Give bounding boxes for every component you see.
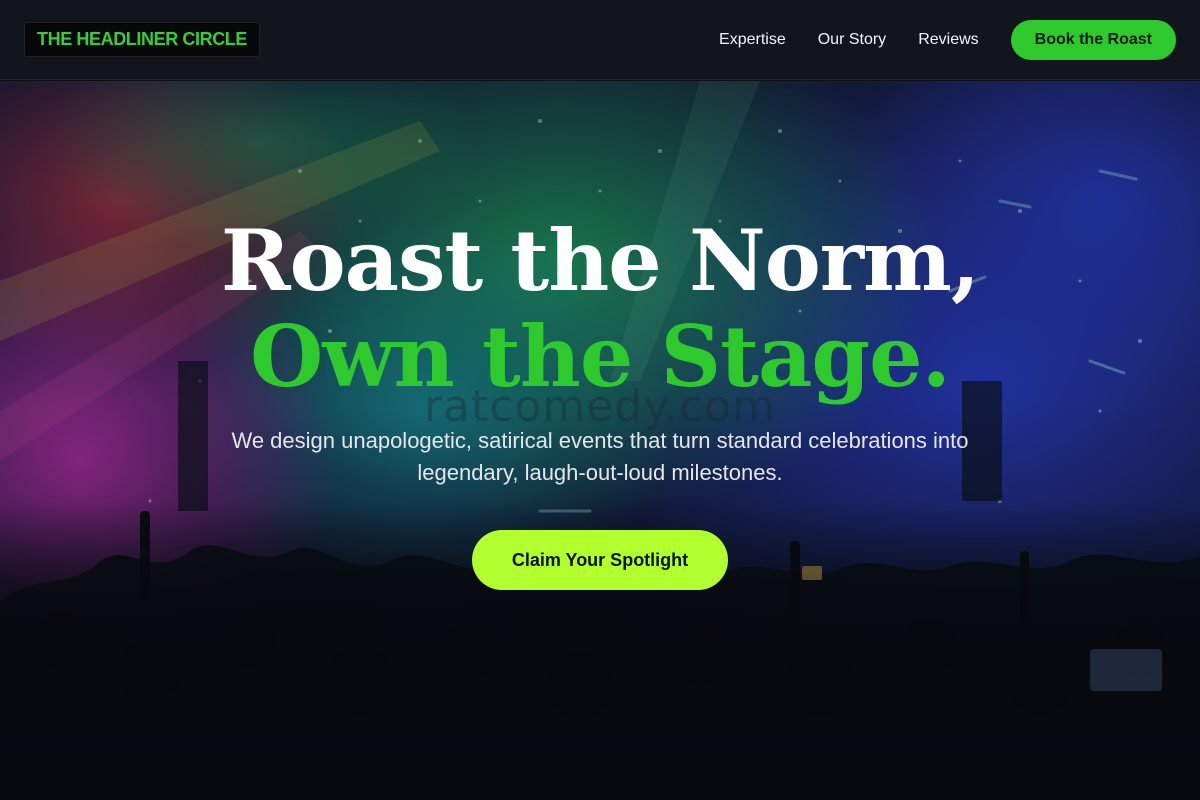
headline-line-1: Roast the Norm, (220, 211, 980, 310)
nav-link-our-story[interactable]: Our Story (818, 31, 886, 49)
hero-section: ratcomedy.com Roast the Norm, Own the St… (0, 81, 1200, 800)
claim-your-spotlight-button[interactable]: Claim Your Spotlight (472, 530, 728, 590)
hero-headline: Roast the Norm, Own the Stage. (0, 213, 1200, 405)
nav-link-reviews[interactable]: Reviews (918, 31, 978, 49)
hero-subtext: We design unapologetic, satirical events… (231, 428, 969, 485)
book-the-roast-button[interactable]: Book the Roast (1010, 19, 1176, 60)
site-header: THE HEADLINER CIRCLE Expertise Our Story… (0, 0, 1200, 80)
nav-link-expertise[interactable]: Expertise (719, 31, 786, 49)
headline-line-2: Own the Stage. (250, 307, 951, 406)
main-nav: Expertise Our Story Reviews Book the Roa… (719, 19, 1176, 60)
brand-logo[interactable]: THE HEADLINER CIRCLE (24, 22, 261, 57)
